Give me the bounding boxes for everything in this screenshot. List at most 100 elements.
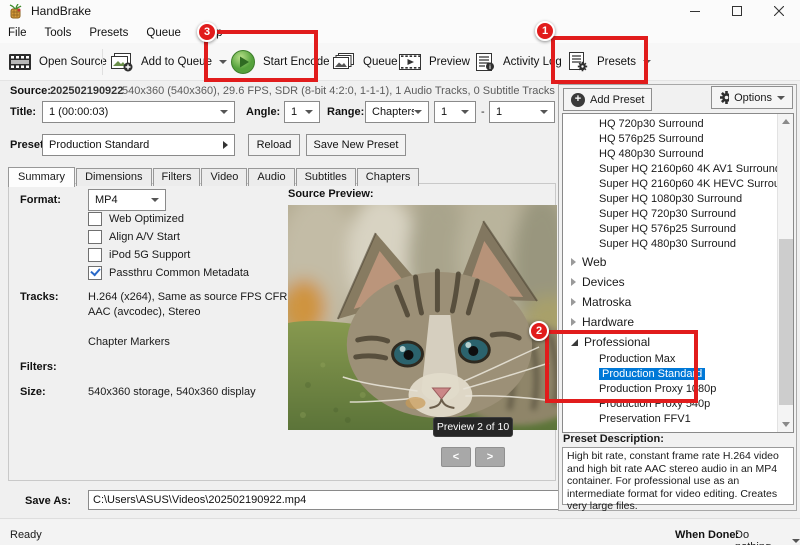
collapsed-triangle-icon [571, 298, 576, 306]
checkbox-align-av-start[interactable]: Align A/V Start [88, 230, 180, 244]
svg-text:i: i [489, 64, 491, 71]
category-label: Devices [582, 275, 625, 289]
activity-log-button[interactable]: i Activity Log [474, 43, 562, 81]
menu-presets[interactable]: Presets [89, 27, 128, 39]
preset-select[interactable]: Production Standard [42, 134, 235, 156]
ipod-5g-label: iPod 5G Support [109, 249, 190, 261]
preset-description-text: High bit rate, constant frame rate H.264… [562, 447, 794, 505]
collapsed-triangle-icon [571, 318, 576, 326]
when-done-value: Do nothing [735, 529, 788, 545]
checkbox-web-optimized[interactable]: Web Optimized [88, 212, 184, 226]
save-new-preset-button[interactable]: Save New Preset [306, 134, 406, 156]
preset-item[interactable]: Super HQ 1080p30 Surround [563, 192, 777, 207]
category-label: Hardware [582, 315, 634, 329]
preset-item[interactable]: HQ 720p30 Surround [563, 117, 777, 132]
tracks-chapters-line: Chapter Markers [88, 336, 170, 348]
scrollbar-thumb[interactable] [779, 239, 793, 405]
queue-label: Queue [363, 56, 398, 68]
preset-item-preservation-ffv1[interactable]: Preservation FFV1 [563, 412, 777, 427]
preview-prev-button[interactable]: < [441, 447, 471, 467]
menu-queue[interactable]: Queue [146, 27, 181, 39]
angle-value: 1 [291, 106, 305, 118]
preset-category-hardware[interactable]: Hardware [563, 312, 777, 332]
title-select[interactable]: 1 (00:00:03) [42, 101, 235, 123]
category-label: Web [582, 255, 606, 269]
tab-audio[interactable]: Audio [248, 168, 294, 186]
tab-video[interactable]: Video [201, 168, 247, 186]
preview-icon [398, 52, 422, 72]
annotation-box-professional [545, 330, 698, 403]
title-label: Title: [10, 106, 36, 118]
handbrake-window: HandBrake File Tools Presets Queue Help … [0, 0, 800, 545]
range-from-value: 1 [441, 106, 461, 118]
passthru-checkbox-icon [88, 266, 102, 280]
checkbox-ipod-5g[interactable]: iPod 5G Support [88, 248, 190, 262]
preset-description-label: Preset Description: [563, 433, 664, 445]
plus-icon: + [571, 93, 585, 107]
preset-item[interactable]: Super HQ 720p30 Surround [563, 207, 777, 222]
queue-button[interactable]: Queue [332, 43, 398, 81]
tab-chapters[interactable]: Chapters [357, 168, 420, 186]
scroll-up-icon[interactable] [778, 114, 794, 129]
when-done-select[interactable]: Do nothing [735, 529, 800, 545]
preset-category-matroska[interactable]: Matroska [563, 292, 777, 312]
checkbox-passthru-metadata[interactable]: Passthru Common Metadata [88, 266, 249, 280]
category-label: Matroska [582, 295, 631, 309]
tracks-label: Tracks: [20, 291, 59, 303]
annotation-step-2-badge: 2 [529, 321, 549, 341]
options-button[interactable]: Options [711, 86, 793, 109]
tab-filters[interactable]: Filters [153, 168, 201, 186]
presets-scrollbar[interactable] [777, 114, 793, 432]
range-type-select[interactable]: Chapters [365, 101, 429, 123]
preset-item[interactable]: Super HQ 576p25 Surround [563, 222, 777, 237]
add-preset-button[interactable]: + Add Preset [563, 88, 652, 111]
collapsed-triangle-icon [571, 278, 576, 286]
close-button[interactable] [758, 0, 800, 22]
size-value: 540x360 storage, 540x360 display [88, 386, 256, 398]
reload-button[interactable]: Reload [248, 134, 300, 156]
annotation-box-start-encode [204, 30, 318, 82]
range-dash: - [481, 106, 485, 118]
preset-category-devices[interactable]: Devices [563, 272, 777, 292]
maximize-button[interactable] [716, 0, 758, 22]
status-bar: Ready When Done: Do nothing [0, 518, 800, 545]
tab-subtitles[interactable]: Subtitles [296, 168, 356, 186]
format-select[interactable]: MP4 [88, 189, 166, 211]
main-toolbar: Open Source Add to Queue Start Encode [0, 43, 800, 81]
preset-item[interactable]: Super HQ 480p30 Surround [563, 237, 777, 252]
preset-value: Production Standard [49, 139, 223, 151]
range-label: Range: [327, 106, 364, 118]
activity-log-icon: i [474, 52, 496, 72]
add-to-queue-icon [110, 52, 134, 72]
preset-item[interactable]: Super HQ 2160p60 4K AV1 Surround [563, 162, 777, 177]
add-preset-label: Add Preset [590, 94, 644, 106]
save-as-label: Save As: [25, 495, 71, 507]
angle-select[interactable]: 1 [284, 101, 320, 123]
preset-item[interactable]: HQ 480p30 Surround [563, 147, 777, 162]
scroll-down-icon[interactable] [778, 417, 794, 432]
title-caret-icon [220, 110, 228, 114]
options-caret-icon [777, 96, 785, 100]
range-from-select[interactable]: 1 [434, 101, 476, 123]
source-name: 202502190922 [50, 85, 123, 97]
web-optimized-checkbox-icon [88, 212, 102, 226]
web-optimized-label: Web Optimized [109, 213, 184, 225]
menu-file[interactable]: File [8, 27, 27, 39]
tab-dimensions[interactable]: Dimensions [76, 168, 151, 186]
menu-tools[interactable]: Tools [45, 27, 72, 39]
minimize-button[interactable] [674, 0, 716, 22]
preset-item[interactable]: HQ 576p25 Surround [563, 132, 777, 147]
source-details: 540x360 (540x360), 29.6 FPS, SDR (8-bit … [122, 85, 555, 97]
preview-next-button[interactable]: > [475, 447, 505, 467]
range-to-select[interactable]: 1 [489, 101, 555, 123]
preset-category-web[interactable]: Web [563, 252, 777, 272]
angle-caret-icon [305, 110, 313, 114]
source-label: Source: [10, 85, 51, 97]
open-source-button[interactable]: Open Source [8, 43, 107, 81]
tab-summary[interactable]: Summary [8, 167, 75, 187]
preview-button[interactable]: Preview [398, 43, 470, 81]
menu-bar: File Tools Presets Queue Help [0, 22, 800, 43]
filters-label: Filters: [20, 361, 57, 373]
preset-item[interactable]: Super HQ 2160p60 4K HEVC Surround [563, 177, 777, 192]
when-done-label: When Done: [675, 529, 739, 541]
